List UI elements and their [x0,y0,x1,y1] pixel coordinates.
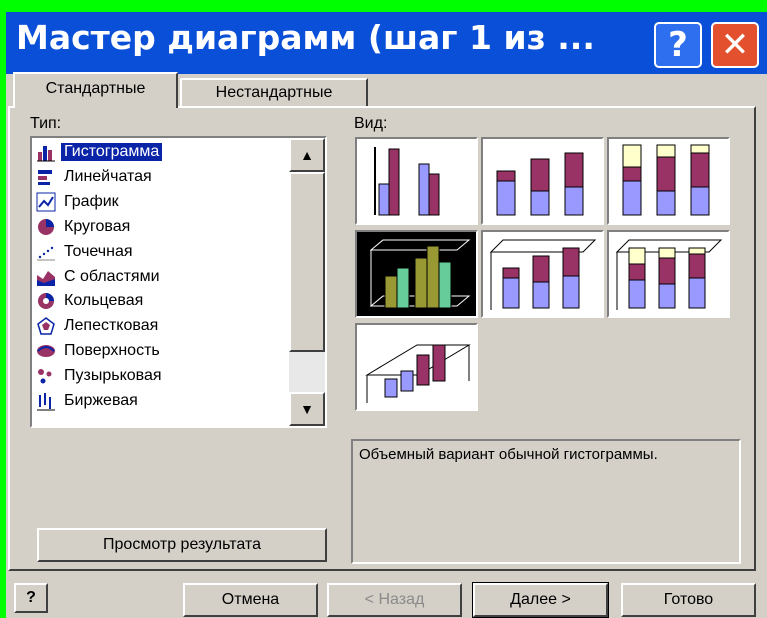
scroll-down-button[interactable]: ▼ [289,392,325,426]
subtype-stacked-column[interactable] [481,137,604,225]
tab-standard[interactable]: Стандартные [13,72,178,108]
chart-type-list[interactable]: Гистограмма Линейчатая График Круговая Точеч… [30,136,327,428]
doughnut-chart-icon [36,291,56,311]
help-button[interactable]: ? [14,583,48,613]
stacked-column-icon [496,152,584,216]
back-button[interactable]: < Назад [327,583,462,617]
chart-type-item[interactable]: Линейчатая [36,165,286,189]
bar-chart-icon [36,167,56,187]
chart-type-item[interactable]: Круговая [36,215,286,239]
chart-type-item[interactable]: Гистограмма [36,140,286,164]
chart-subtype-gallery [350,137,740,427]
3d-100-stacked-column-icon [615,239,723,310]
chart-type-label: Линейчатая [64,167,152,185]
subtype-3d-column[interactable] [355,323,478,411]
next-button[interactable]: Далее > [472,582,609,618]
chart-type-label: Поверхность [64,342,160,360]
arrow-down-icon: ▼ [300,401,314,417]
chart-type-label: Кольцевая [64,292,144,310]
chart-type-label: С областями [64,267,160,285]
subtype-3d-100-stacked-column[interactable] [607,230,730,318]
3d-column-icon [365,344,471,403]
3d-clustered-column-icon [369,239,471,309]
chart-type-label: Пузырьковая [64,367,162,385]
chart-type-item[interactable]: С областями [36,265,286,289]
subtype-3d-stacked-column[interactable] [481,230,604,318]
area-chart-icon [36,267,56,287]
3d-stacked-column-icon [489,239,597,310]
scroll-up-button[interactable]: ▲ [289,138,325,172]
subtype-3d-clustered-column[interactable] [355,230,478,318]
window-title: Мастер диаграмм (шаг 1 из ... [16,18,595,57]
chart-type-item[interactable]: График [36,190,286,214]
arrow-up-icon: ▲ [300,147,314,163]
subtype-description: Объемный вариант обычной гистограммы. [351,439,741,564]
scroll-thumb[interactable] [289,172,325,352]
tab-custom[interactable]: Нестандартные [180,78,368,108]
pie-chart-icon [36,217,56,237]
title-bar[interactable]: Мастер диаграмм (шаг 1 из ... ? ✕ [6,12,767,74]
line-chart-icon [36,192,56,212]
column-chart-icon [36,142,56,162]
cancel-button[interactable]: Отмена [183,583,318,617]
list-scrollbar[interactable]: ▲ ▼ [289,138,325,426]
stock-chart-icon [36,391,56,411]
chart-type-label: График [64,192,119,210]
scatter-chart-icon [36,242,56,262]
close-button[interactable]: ✕ [711,22,759,68]
clustered-column-icon [374,147,440,216]
chart-type-item[interactable]: Пузырьковая [36,364,286,388]
subtype-100-stacked-column[interactable] [607,137,730,225]
chart-type-label: Биржевая [64,392,138,409]
bubble-chart-icon [36,366,56,386]
subtype-clustered-column[interactable] [355,137,478,225]
chart-type-item[interactable]: Поверхность [36,339,286,363]
surface-chart-icon [36,341,56,361]
chart-type-label: Лепестковая [64,317,159,335]
finish-button[interactable]: Готово [621,583,756,617]
chart-subtype-label: Вид: [354,115,388,132]
chart-type-label: Тип: [30,115,62,132]
chart-type-item[interactable]: Кольцевая [36,289,286,313]
chart-type-label: Круговая [64,217,131,235]
help-icon: ? [668,25,688,65]
100-stacked-column-icon [622,144,710,216]
help-title-button[interactable]: ? [654,22,702,68]
chart-type-item[interactable]: Биржевая [36,389,286,413]
help-icon: ? [26,589,36,606]
radar-chart-icon [36,316,56,336]
chart-type-label: Гистограмма [61,143,163,161]
chart-type-label: Точечная [64,242,133,260]
close-icon: ✕ [720,25,750,65]
chart-type-item[interactable]: Лепестковая [36,314,286,338]
chart-type-item[interactable]: Точечная [36,240,286,264]
preview-button[interactable]: Просмотр результата [37,528,327,562]
